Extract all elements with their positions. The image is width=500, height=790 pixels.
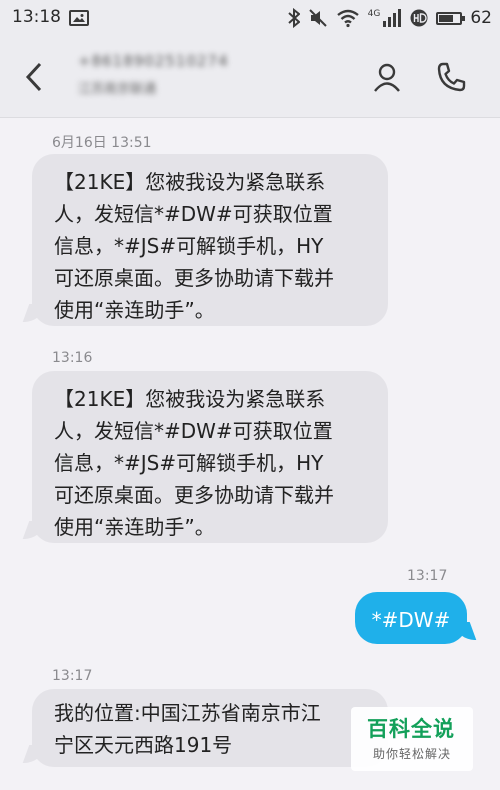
contact-info[interactable]: +8618902510274 江苏南京联通 (78, 52, 229, 97)
message-line: 我的位置:中国江苏省南京市江 (54, 701, 321, 725)
message-line: *#DW# (371, 608, 451, 632)
message-timestamp: 13:16 (52, 350, 93, 366)
bluetooth-icon (287, 8, 300, 28)
message-line: 人，发短信*#DW#可获取位置 (54, 202, 333, 226)
message-line: 可还原桌面。更多协助请下载并 (54, 266, 334, 290)
contact-details-button[interactable] (370, 60, 404, 94)
message-timestamp: 13:17 (407, 568, 448, 584)
message-line: 信息，*#JS#可解锁手机，HY (54, 234, 324, 258)
message-line: 人，发短信*#DW#可获取位置 (54, 419, 333, 443)
outgoing-message-bubble[interactable]: *#DW# (355, 592, 467, 644)
network-type-label: 4G (367, 9, 381, 19)
watermark-title: 百科全说 (367, 717, 455, 741)
conversation-header: +8618902510274 江苏南京联通 (0, 36, 500, 118)
status-icons: 4G 62 (287, 6, 492, 30)
wifi-icon (336, 9, 359, 28)
status-bar: 13:18 4G 62 (0, 0, 500, 36)
image-icon (69, 10, 89, 26)
message-timestamp: 6月16日 13:51 (52, 135, 152, 151)
message-line: 信息，*#JS#可解锁手机，HY (54, 451, 324, 475)
call-button[interactable] (434, 60, 468, 94)
phone-icon (437, 62, 466, 92)
message-line: 【21KE】您被我设为紧急联系 (54, 170, 326, 194)
watermark-subtitle: 助你轻松解决 (373, 747, 452, 761)
message-line: 【21KE】您被我设为紧急联系 (54, 387, 326, 411)
watermark-logo: 百科全说 助你轻松解决 (351, 707, 473, 771)
mute-icon (308, 9, 327, 27)
message-timestamp: 13:17 (52, 668, 93, 684)
battery-icon (436, 11, 466, 25)
contact-number: +8618902510274 (78, 52, 229, 70)
message-line: 使用“亲连助手”。 (54, 515, 215, 539)
contact-location: 江苏南京联通 (78, 82, 157, 97)
status-time: 13:18 (12, 7, 61, 27)
signal-icon (383, 9, 402, 27)
incoming-message-bubble[interactable]: 我的位置:中国江苏省南京市江 宁区天元西路191号 (32, 689, 388, 767)
incoming-message-bubble[interactable]: 【21KE】您被我设为紧急联系 人，发短信*#DW#可获取位置 信息，*#JS#… (32, 371, 388, 543)
person-icon (374, 63, 400, 92)
back-button[interactable] (20, 58, 54, 96)
incoming-message-bubble[interactable]: 【21KE】您被我设为紧急联系 人，发短信*#DW#可获取位置 信息，*#JS#… (32, 154, 388, 326)
hd-icon (410, 9, 428, 27)
message-line: 可还原桌面。更多协助请下载并 (54, 483, 334, 507)
message-line: 使用“亲连助手”。 (54, 298, 215, 322)
message-line: 宁区天元西路191号 (54, 733, 233, 757)
battery-level: 62 (470, 8, 492, 28)
back-arrow-icon (25, 62, 42, 92)
